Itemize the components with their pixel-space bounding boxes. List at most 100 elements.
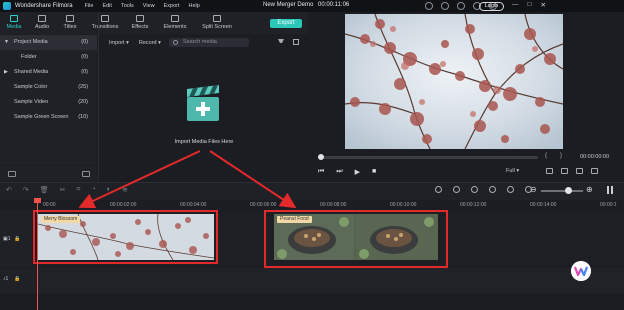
filter-icon[interactable] bbox=[278, 39, 284, 45]
transition-icon bbox=[101, 15, 109, 22]
sidebar-item-folder[interactable]: Folder (0) bbox=[0, 50, 97, 65]
elements-icon bbox=[171, 15, 179, 22]
import-dropdown[interactable]: Import ▾ bbox=[109, 40, 129, 46]
menu-help[interactable]: Help bbox=[189, 3, 200, 9]
shield-icon[interactable] bbox=[453, 186, 460, 193]
preview-timecode: 00:00:00:00 bbox=[580, 154, 610, 160]
zoom-out-icon[interactable]: ⊖ bbox=[530, 185, 537, 194]
menu-export[interactable]: Export bbox=[164, 3, 180, 9]
snapshot-icon[interactable] bbox=[561, 168, 568, 174]
folder-icon[interactable] bbox=[82, 171, 90, 177]
play-icon[interactable]: ▶ bbox=[355, 168, 360, 176]
zoom-slider[interactable] bbox=[541, 190, 583, 192]
playback-controls: ⏮ ⏭ ▶ ■ bbox=[318, 168, 376, 176]
lock-icon[interactable]: 🔒 bbox=[14, 236, 20, 242]
ruler-tick-label: 00:00:02:00 bbox=[110, 202, 137, 208]
volume-icon[interactable] bbox=[576, 168, 583, 174]
menu-file[interactable]: File bbox=[85, 3, 94, 9]
video-track-label: ▣1 bbox=[3, 236, 11, 242]
audio-track[interactable] bbox=[0, 268, 624, 293]
project-duration: 00:00:11:06 bbox=[318, 2, 350, 8]
headset-icon[interactable] bbox=[441, 2, 449, 10]
music-icon bbox=[38, 15, 46, 22]
login-button[interactable]: Login bbox=[479, 2, 504, 11]
menu-edit[interactable]: Edit bbox=[102, 3, 111, 9]
ruler-tick-label: 00:00 bbox=[43, 202, 56, 208]
delete-icon[interactable]: 🗑 bbox=[40, 186, 49, 194]
scrubber-handle[interactable] bbox=[318, 154, 324, 160]
export-button[interactable]: Export bbox=[270, 19, 302, 28]
microphone-icon[interactable] bbox=[471, 186, 478, 193]
next-frame-icon[interactable]: ⏭ bbox=[336, 168, 342, 176]
import-media-icon[interactable] bbox=[185, 85, 221, 123]
maximize-icon[interactable]: □ bbox=[528, 1, 532, 9]
grid-view-icon[interactable] bbox=[293, 39, 299, 45]
pause-icon[interactable] bbox=[607, 186, 613, 194]
lightbulb-icon[interactable] bbox=[425, 2, 433, 10]
preview-scrubber[interactable] bbox=[318, 156, 538, 159]
text-icon bbox=[66, 15, 74, 22]
sidebar-item-shared-media[interactable]: ▶ Shared Media (0) bbox=[0, 65, 97, 80]
sidebar-item-sample-green-screen[interactable]: Sample Green Screen (10) bbox=[0, 110, 97, 125]
tab-audio[interactable]: Audio bbox=[28, 12, 56, 34]
import-media-label: Import Media Files Here bbox=[174, 139, 234, 145]
sidebar-item-sample-video[interactable]: Sample Video (20) bbox=[0, 95, 97, 110]
redo-icon[interactable]: ↷ bbox=[23, 186, 29, 194]
color-icon[interactable]: ◐ bbox=[107, 186, 111, 194]
zoom-slider-handle[interactable] bbox=[565, 187, 572, 194]
menu-tools[interactable]: Tools bbox=[121, 3, 134, 9]
display-icon[interactable] bbox=[546, 168, 553, 174]
undo-icon[interactable]: ↶ bbox=[6, 186, 12, 194]
edit-tools: ↶ ↷ 🗑 ✂ ⌗ ◔ ◐ ≋ bbox=[6, 186, 128, 194]
tab-elements[interactable]: Elements bbox=[154, 12, 196, 34]
expand-arrow-icon: ▼ bbox=[4, 39, 9, 45]
window-controls: — □ ✕ bbox=[512, 1, 546, 9]
watermark-logo-icon bbox=[571, 261, 591, 281]
quality-dropdown[interactable]: Full ▾ bbox=[506, 168, 519, 174]
tab-effects[interactable]: Effects bbox=[126, 12, 154, 34]
cut-icon[interactable]: ✂ bbox=[60, 186, 66, 194]
filmora-window: Wondershare Filmora File Edit Tools View… bbox=[0, 0, 624, 310]
mark-out-icon[interactable]: } bbox=[560, 153, 562, 159]
sidebar-item-project-media[interactable]: ▼ Project Media (0) bbox=[0, 35, 97, 50]
ruler-tick-label: 00:00:10:00 bbox=[390, 202, 417, 208]
tab-media[interactable]: Media bbox=[0, 12, 28, 34]
tab-titles[interactable]: Titles bbox=[56, 12, 84, 34]
media-sidebar: ▼ Project Media (0) Folder (0) ▶ Shared Me… bbox=[0, 35, 97, 165]
minimize-icon[interactable]: — bbox=[512, 1, 519, 9]
ruler-tick-label: 00:00:04:00 bbox=[180, 202, 207, 208]
menu-view[interactable]: View bbox=[143, 3, 155, 9]
highlight-box-clip-2 bbox=[264, 210, 448, 268]
crop-icon[interactable]: ⌗ bbox=[77, 186, 81, 194]
lock-icon[interactable]: 🔒 bbox=[14, 276, 20, 282]
stop-icon[interactable]: ■ bbox=[372, 168, 376, 176]
collapse-arrow-icon: ▶ bbox=[4, 69, 8, 75]
render-icon[interactable] bbox=[435, 186, 442, 193]
ruler-tick-label: 00:00:14:00 bbox=[530, 202, 557, 208]
notification-icon[interactable] bbox=[457, 2, 465, 10]
search-icon bbox=[172, 40, 178, 45]
close-icon[interactable]: ✕ bbox=[540, 1, 545, 9]
timeline-tools bbox=[435, 186, 532, 193]
record-dropdown[interactable]: Record ▾ bbox=[139, 40, 161, 46]
snapshot-icon[interactable] bbox=[507, 186, 514, 193]
effects-icon bbox=[136, 15, 144, 22]
sidebar-item-sample-color[interactable]: Sample Color (25) bbox=[0, 80, 97, 95]
mark-in-icon[interactable]: { bbox=[545, 153, 547, 159]
voiceover-icon[interactable] bbox=[489, 186, 496, 193]
fullscreen-icon[interactable] bbox=[591, 168, 598, 174]
tab-split-screen[interactable]: Split Screen bbox=[196, 12, 238, 34]
tab-transitions[interactable]: Transitions bbox=[84, 12, 126, 34]
playhead-handle[interactable] bbox=[34, 198, 41, 203]
previous-frame-icon[interactable]: ⏮ bbox=[318, 168, 324, 176]
zoom-in-icon[interactable]: ⊕ bbox=[586, 185, 593, 194]
preview-tool-icons bbox=[546, 168, 598, 174]
ruler-tick-label: 00:00:1 bbox=[600, 202, 617, 208]
preview-video-frame bbox=[345, 14, 563, 149]
new-folder-icon[interactable] bbox=[8, 171, 16, 177]
speed-icon[interactable]: ◔ bbox=[91, 186, 95, 194]
playhead[interactable] bbox=[37, 198, 38, 310]
search-input[interactable]: Search media bbox=[168, 38, 249, 47]
audio-wave-icon[interactable]: ≋ bbox=[122, 186, 128, 194]
split-screen-icon bbox=[213, 15, 221, 22]
